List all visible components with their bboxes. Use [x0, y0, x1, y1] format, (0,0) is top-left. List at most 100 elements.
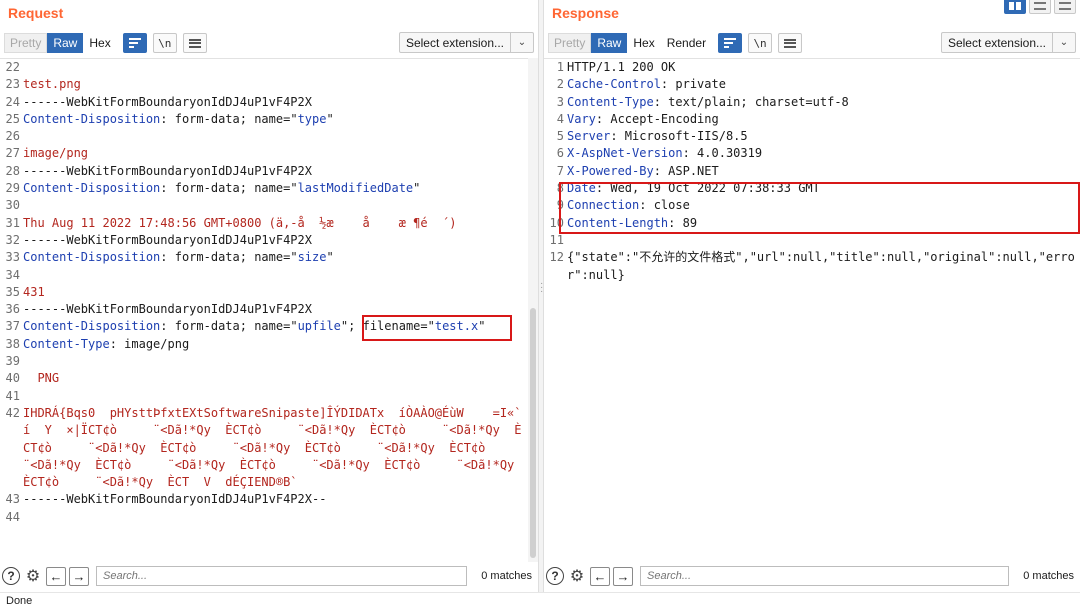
code-token: : form-data; name=" — [160, 250, 298, 265]
gear-icon[interactable]: ⚙ — [567, 566, 587, 586]
forward-arrow-icon[interactable]: → — [69, 566, 89, 586]
request-tab-pretty[interactable]: Pretty — [4, 33, 48, 53]
line-number: 43 — [5, 492, 20, 507]
line-number: 30 — [5, 198, 20, 213]
menu-icon[interactable] — [778, 33, 803, 53]
line-number: 42 — [5, 405, 20, 420]
line-number: 6 — [556, 146, 564, 161]
request-scrollbar[interactable] — [528, 58, 538, 562]
code-token: X-Powered-By — [567, 163, 654, 178]
code-line: 35 431 — [0, 284, 528, 301]
code-line: 2 Cache-Control: private — [544, 76, 1080, 93]
code-token: "; filename=" — [340, 319, 435, 334]
code-token: test.x — [434, 319, 479, 334]
code-line: 44 — [0, 509, 528, 526]
back-arrow-icon[interactable]: ← — [46, 566, 66, 586]
response-tab-raw[interactable]: Raw — [591, 33, 628, 53]
line-text: Content-Type: text/plain; charset=utf-8 — [566, 94, 1080, 111]
code-token: ------WebKitFormBoundaryonIdDJ4uP1vF4P2X — [23, 302, 312, 317]
line-text: Content-Disposition: form-data; name="ty… — [22, 111, 528, 128]
gear-icon[interactable]: ⚙ — [23, 566, 43, 586]
request-scroll-thumb[interactable] — [530, 308, 536, 558]
line-text: ------WebKitFormBoundaryonIdDJ4uP1vF4P2X — [22, 232, 528, 249]
chevron-down-icon: ⌄ — [1059, 37, 1069, 48]
line-number: 9 — [556, 198, 564, 213]
request-toolbar: Pretty Raw Hex \n Select extension... ⌄ — [4, 32, 534, 54]
request-tab-raw[interactable]: Raw — [47, 33, 84, 53]
help-icon[interactable]: ? — [2, 567, 20, 585]
line-text — [22, 388, 528, 405]
code-token: Content-Type — [23, 336, 110, 351]
request-title: Request — [8, 5, 64, 21]
response-extension-select[interactable]: Select extension... ⌄ — [940, 32, 1076, 53]
line-number: 8 — [556, 181, 564, 196]
line-number: 3 — [556, 94, 564, 109]
response-search-input[interactable] — [640, 566, 1009, 586]
response-editor[interactable]: 1 HTTP/1.1 200 OK 2 Cache-Control: private 3… — [544, 58, 1080, 562]
line-number: 5 — [556, 129, 564, 144]
request-tab-hex[interactable]: Hex — [83, 33, 116, 53]
response-tab-render[interactable]: Render — [661, 33, 712, 53]
response-search-bar: ? ⚙ ← → 0 matches — [546, 566, 1076, 586]
line-number: 24 — [5, 94, 20, 109]
response-tab-pretty[interactable]: Pretty — [548, 33, 592, 53]
code-token: : Accept-Encoding — [595, 111, 719, 126]
request-extension-select[interactable]: Select extension... ⌄ — [398, 32, 534, 53]
code-token: lastModifiedDate — [297, 181, 414, 196]
help-icon[interactable]: ? — [546, 567, 564, 585]
code-token: : ASP.NET — [653, 163, 719, 178]
menu-icon[interactable] — [182, 33, 207, 53]
code-token: upfile — [297, 319, 341, 334]
newline-icon[interactable]: \n — [152, 33, 177, 53]
chevron-down-icon: ⌄ — [517, 37, 527, 48]
code-token: HTTP/1.1 200 OK — [567, 60, 676, 74]
code-token: : Wed, 19 Oct 2022 07:38:33 GMT — [595, 181, 820, 196]
code-line: 4 Vary: Accept-Encoding — [544, 111, 1080, 128]
newline-icon[interactable]: \n — [748, 33, 773, 53]
request-search-input[interactable] — [96, 566, 467, 586]
code-line: 39 — [0, 353, 528, 370]
line-text — [22, 59, 528, 76]
response-match-count: 0 matches — [1023, 570, 1074, 582]
layout-split-icon[interactable] — [1004, 0, 1026, 14]
code-line: 40 PNG — [0, 370, 528, 387]
response-tab-hex[interactable]: Hex — [627, 33, 660, 53]
back-arrow-icon[interactable]: ← — [590, 566, 610, 586]
forward-arrow-icon[interactable]: → — [613, 566, 633, 586]
line-text: Date: Wed, 19 Oct 2022 07:38:33 GMT — [566, 180, 1080, 197]
code-token: Content-Disposition — [23, 250, 161, 265]
line-text: Content-Disposition: form-data; name="up… — [22, 318, 528, 335]
request-pane: Request Pretty Raw Hex \n Select extensi… — [0, 0, 538, 592]
code-token: Content-Disposition — [23, 181, 161, 196]
code-token: size — [297, 250, 327, 265]
line-text: Server: Microsoft-IIS/8.5 — [566, 128, 1080, 145]
request-extension-label: Select extension... — [400, 33, 511, 52]
code-token: X-AspNet-Version — [567, 146, 683, 161]
code-token: ------WebKitFormBoundaryonIdDJ4uP1vF4P2X — [23, 163, 312, 178]
line-text — [22, 197, 528, 214]
code-token: type — [297, 111, 327, 126]
code-line: 7 X-Powered-By: ASP.NET — [544, 163, 1080, 180]
code-line: 25 Content-Disposition: form-data; name="… — [0, 111, 528, 128]
word-wrap-icon[interactable] — [122, 33, 147, 53]
code-token: image/png — [23, 146, 89, 161]
code-token: : close — [639, 198, 690, 213]
code-line: 22 — [0, 59, 528, 76]
line-text: X-AspNet-Version: 4.0.30319 — [566, 145, 1080, 162]
code-line: 3 Content-Type: text/plain; charset=utf-8 — [544, 94, 1080, 111]
code-token: Date — [567, 181, 596, 196]
line-number: 28 — [5, 163, 20, 178]
code-token: test.png — [23, 77, 81, 92]
layout-vertical-icon[interactable] — [1054, 0, 1076, 14]
code-token: IHDRÁ{Bqs0 pHYsttÞfxtEXtSoftwareSnipaste… — [23, 405, 522, 490]
request-editor[interactable]: 22 23 test.png 24 ------WebKitFormBoundaryon… — [0, 58, 528, 562]
code-token: {"state":"不允许的文件格式","url":null,"title":n… — [567, 250, 1075, 282]
word-wrap-icon[interactable] — [718, 33, 743, 53]
code-token: ------WebKitFormBoundaryonIdDJ4uP1vF4P2X — [23, 94, 312, 109]
line-number: 36 — [5, 302, 20, 317]
code-token: : image/png — [109, 336, 190, 351]
layout-horizontal-icon[interactable] — [1029, 0, 1051, 14]
line-text: IHDRÁ{Bqs0 pHYsttÞfxtEXtSoftwareSnipaste… — [22, 405, 528, 491]
code-token: : form-data; name=" — [160, 319, 298, 334]
line-number: 27 — [5, 146, 20, 161]
